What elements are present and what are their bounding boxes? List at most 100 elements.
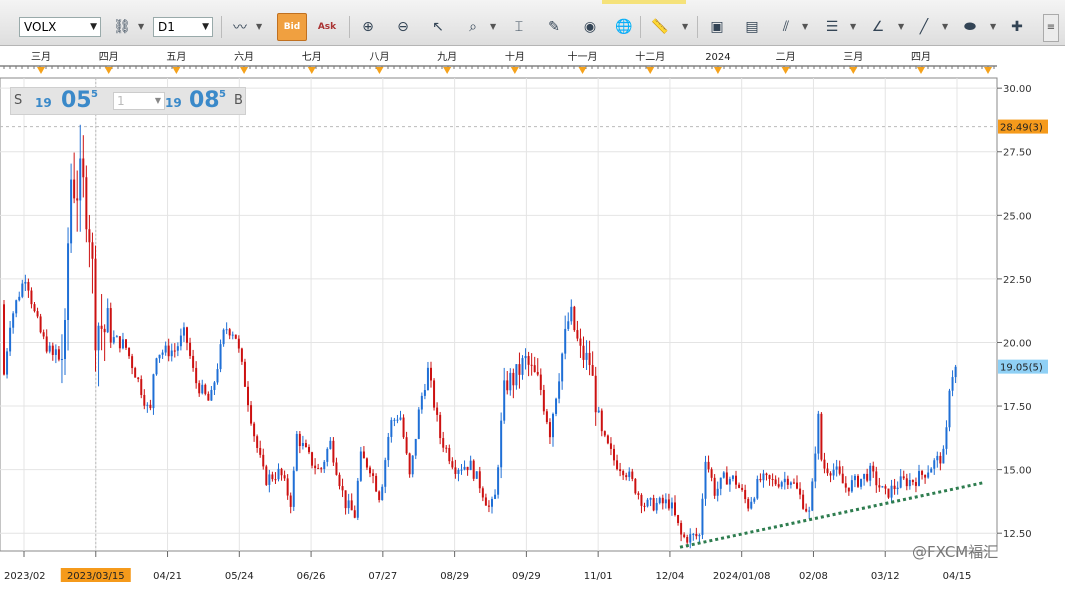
chevron-down-icon[interactable]: ▼ — [942, 22, 948, 31]
trendline-icon[interactable]: ╱ — [912, 14, 936, 40]
divider — [697, 16, 698, 38]
candle-up — [698, 534, 701, 537]
chevron-down-icon[interactable]: ▼ — [138, 22, 144, 31]
candle-down — [149, 404, 152, 409]
timeframe-select[interactable]: D1 ▼ — [153, 17, 213, 37]
candle-down — [243, 361, 246, 387]
chart-type-icon[interactable]: 〰 — [228, 14, 252, 40]
candle-down — [765, 473, 768, 476]
text-tool-icon[interactable]: ✚ — [1005, 14, 1029, 40]
angle-icon[interactable]: ∠ — [866, 14, 890, 40]
candle-up — [558, 381, 561, 399]
chevron-down-icon[interactable]: ▼ — [682, 22, 688, 31]
candle-up — [460, 469, 463, 471]
zoom-out-icon[interactable]: ⊖ — [391, 14, 415, 40]
candle-down — [298, 433, 301, 447]
candle-down — [33, 304, 36, 312]
globe-icon[interactable]: 🌐 — [612, 14, 636, 40]
candle-up — [701, 498, 704, 535]
x-tick-label: 11/01 — [584, 571, 613, 582]
candle-down — [314, 465, 317, 469]
month-label: 三月 — [843, 51, 863, 63]
candle-down — [710, 469, 713, 478]
candle-up — [70, 179, 73, 244]
ruler-icon[interactable]: 📏 — [648, 14, 672, 40]
candle-up — [201, 384, 204, 394]
window-icon[interactable]: ▤ — [740, 14, 764, 40]
candle-down — [350, 500, 353, 511]
candle-up — [670, 502, 673, 509]
candle-down — [771, 478, 774, 480]
chevron-down-icon[interactable]: ▼ — [490, 22, 496, 31]
candle-down — [207, 393, 210, 401]
candle-down — [707, 461, 710, 470]
x-tick-label: 04/21 — [153, 571, 182, 582]
symbol-select[interactable]: VOLX ▼ — [19, 17, 101, 37]
quantity-input[interactable]: 1 ▼ — [113, 92, 165, 110]
candle-down — [73, 179, 76, 199]
candle-up — [79, 158, 82, 201]
edit-icon[interactable]: ✎ — [542, 14, 566, 40]
toolbar-overflow-button[interactable]: ≡ — [1043, 14, 1059, 42]
zoom-area-icon[interactable]: ⌕ — [461, 14, 485, 40]
candle-down — [195, 367, 198, 384]
candle-down — [262, 454, 265, 467]
ask-button[interactable]: Ask — [313, 14, 341, 40]
candle-down — [332, 440, 335, 463]
chevron-down-icon[interactable]: ▼ — [898, 22, 904, 31]
candle-up — [301, 443, 304, 447]
chevron-down-icon[interactable]: ▼ — [256, 22, 262, 31]
candle-up — [722, 472, 725, 478]
divider — [221, 16, 222, 38]
candle-up — [597, 410, 600, 413]
candle-down — [125, 339, 127, 348]
candle-up — [555, 398, 558, 414]
disconnect-icon[interactable]: ⛓ — [110, 14, 134, 40]
candle-up — [570, 306, 573, 322]
candle-up — [789, 482, 792, 485]
candle-down — [826, 468, 829, 474]
candle-down — [902, 476, 905, 479]
ellipse-icon[interactable]: ⬬ — [958, 14, 982, 40]
fibonacci-icon[interactable]: ⫽ — [774, 14, 798, 40]
candle-down — [439, 414, 442, 439]
candle-up — [216, 369, 219, 383]
chevron-down-icon[interactable]: ▼ — [990, 22, 996, 31]
chevron-down-icon[interactable]: ▼ — [802, 22, 808, 31]
image-icon[interactable]: ▣ — [705, 14, 729, 40]
lines-icon[interactable]: ☰ — [820, 14, 844, 40]
sell-button[interactable]: 19 05 5 — [31, 88, 109, 114]
candle-down — [365, 458, 368, 468]
candle-up — [179, 335, 182, 347]
y-tick-label: 12.50 — [1003, 529, 1032, 540]
candle-up — [951, 377, 954, 391]
candle-up — [942, 448, 945, 464]
eye-icon[interactable]: ◉ — [578, 14, 602, 40]
candle-down — [606, 435, 609, 444]
candle-up — [817, 413, 820, 454]
candle-up — [411, 455, 414, 475]
candle-up — [64, 320, 66, 360]
cursor-icon[interactable]: ↖ — [426, 14, 450, 40]
month-label: 四月 — [99, 51, 119, 63]
candle-down — [173, 350, 176, 352]
price-chart[interactable]: 三月 四月 五月 六月 七月 八月 九月 十月 十一月 十二月 2024 二月 三月 四月 30.00 27… — [0, 46, 1065, 591]
chevron-down-icon[interactable]: ▼ — [850, 22, 856, 31]
x-tick-label: 04/15 — [943, 571, 972, 582]
candle-down — [234, 334, 237, 339]
zoom-in-icon[interactable]: ⊕ — [356, 14, 380, 40]
sell-price-sup: 5 — [91, 89, 98, 100]
bid-button[interactable]: Bid — [277, 13, 307, 41]
candle-up — [396, 419, 399, 421]
crosshair-icon[interactable]: ⌶ — [507, 14, 531, 40]
buy-button[interactable]: 19 08 5 — [161, 88, 233, 114]
candle-down — [109, 308, 112, 343]
month-label: 六月 — [234, 51, 254, 63]
candle-down — [280, 468, 283, 476]
candle-down — [192, 355, 195, 368]
candle-down — [88, 229, 91, 243]
candle-down — [747, 499, 750, 509]
candle-down — [613, 448, 615, 461]
month-label: 十二月 — [635, 50, 665, 63]
candle-up — [475, 471, 478, 479]
